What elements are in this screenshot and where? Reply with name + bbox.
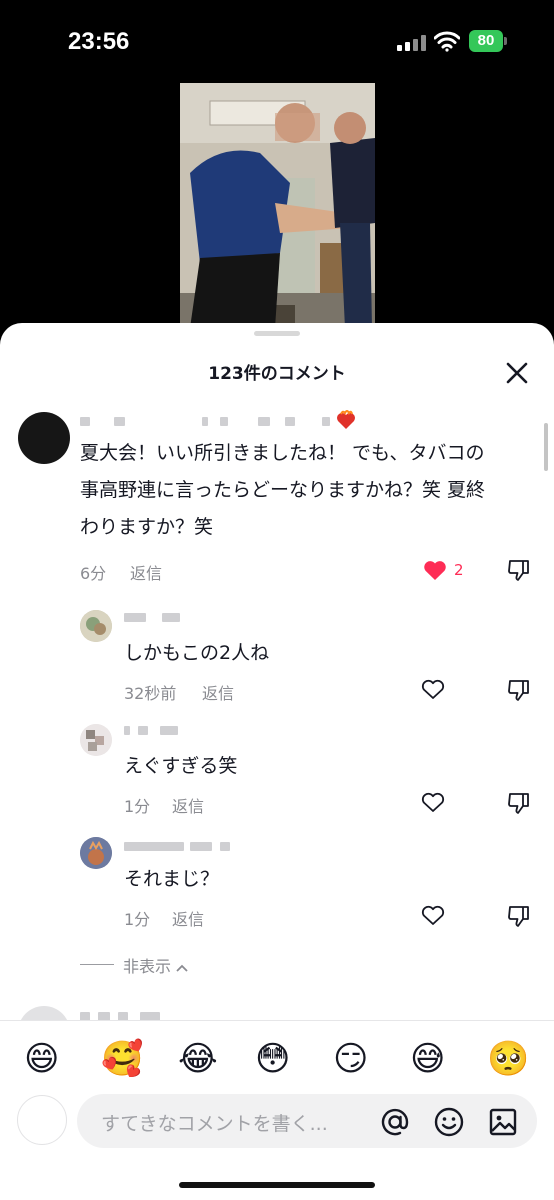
like-count: 2 [454,561,464,579]
username-redacted[interactable] [80,415,330,427]
drag-handle[interactable] [254,331,300,336]
dislike-icon[interactable] [506,677,532,703]
reply-button[interactable]: 返信 [202,680,234,704]
reply-button[interactable]: 返信 [172,906,204,930]
comment-time: 1分 [124,910,151,929]
comment-text: それまじ？ [124,868,220,890]
chevron-up-icon [176,964,188,972]
battery-indicator: 80 [469,30,507,52]
close-icon[interactable] [504,360,530,386]
comment-input-placeholder: すてきなコメントを書く... [101,1113,328,1135]
status-bar: 23:56 80 [0,0,554,80]
heart-outline-icon[interactable] [420,677,446,701]
comment-text: しかもこの2人ね [124,642,270,664]
fire-heart-badge-icon [337,410,355,429]
username-redacted[interactable] [124,724,194,736]
heart-outline-icon[interactable] [420,903,446,927]
battery-level: 80 [477,32,495,49]
home-indicator[interactable] [179,1182,375,1188]
heart-filled-icon[interactable] [422,558,448,582]
avatar[interactable] [80,610,112,642]
dislike-icon[interactable] [506,790,532,816]
avatar[interactable] [80,837,112,869]
emoji-grinning[interactable]: 😄 [24,1039,64,1079]
emoji-picker-icon[interactable] [433,1106,465,1138]
username-redacted[interactable] [124,840,234,852]
comment-input-row: すてきなコメントを書く... [0,1090,554,1200]
comment-input[interactable]: すてきなコメントを書く... [77,1094,537,1148]
mention-icon[interactable] [379,1106,411,1138]
comment-time: 6分 [80,564,107,583]
comments-sheet: 123件のコメント 夏大会！いい所引きましたね！ でも、タバコの 事高野連に言っ… [0,323,554,1200]
comment-text: 夏大会！いい所引きましたね！ でも、タバコの 事高野連に言ったらどーなりますかね… [80,442,486,538]
username-redacted[interactable] [124,611,184,623]
emoji-joy[interactable]: 😂 [178,1039,218,1079]
dislike-icon[interactable] [506,557,532,583]
reply-button[interactable]: 返信 [172,793,204,817]
video-preview[interactable] [180,83,375,328]
avatar[interactable] [18,412,70,464]
wifi-icon [434,31,460,52]
status-time: 23:56 [68,28,130,55]
scroll-indicator[interactable] [544,423,548,471]
image-attach-icon[interactable] [487,1106,519,1138]
emoji-smirk[interactable]: 😏 [333,1039,373,1079]
comment-count-title: 123件のコメント [208,364,346,384]
emoji-pleading[interactable]: 🥺 [487,1039,529,1079]
emoji-smiling-hearts[interactable]: 🥰 [101,1039,143,1079]
emoji-sweat-smile[interactable]: 😅 [410,1039,450,1079]
heart-outline-icon[interactable] [420,790,446,814]
hide-replies-label: 非表示 [123,953,188,977]
reply-button[interactable]: 返信 [130,560,162,584]
cellular-signal-icon [397,35,427,51]
comment-text: えぐすぎる笑 [124,755,238,777]
emoji-flushed[interactable]: 😳 [255,1039,295,1079]
divider [80,964,114,965]
video-frame [180,83,375,328]
comment-time: 1分 [124,797,151,816]
dislike-icon[interactable] [506,903,532,929]
avatar[interactable] [80,724,112,756]
my-avatar[interactable] [17,1095,67,1145]
emoji-quick-bar: 😄 🥰 😂 😳 😏 😅 🥺 [0,1020,554,1090]
comment-time: 32秒前 [124,684,177,703]
